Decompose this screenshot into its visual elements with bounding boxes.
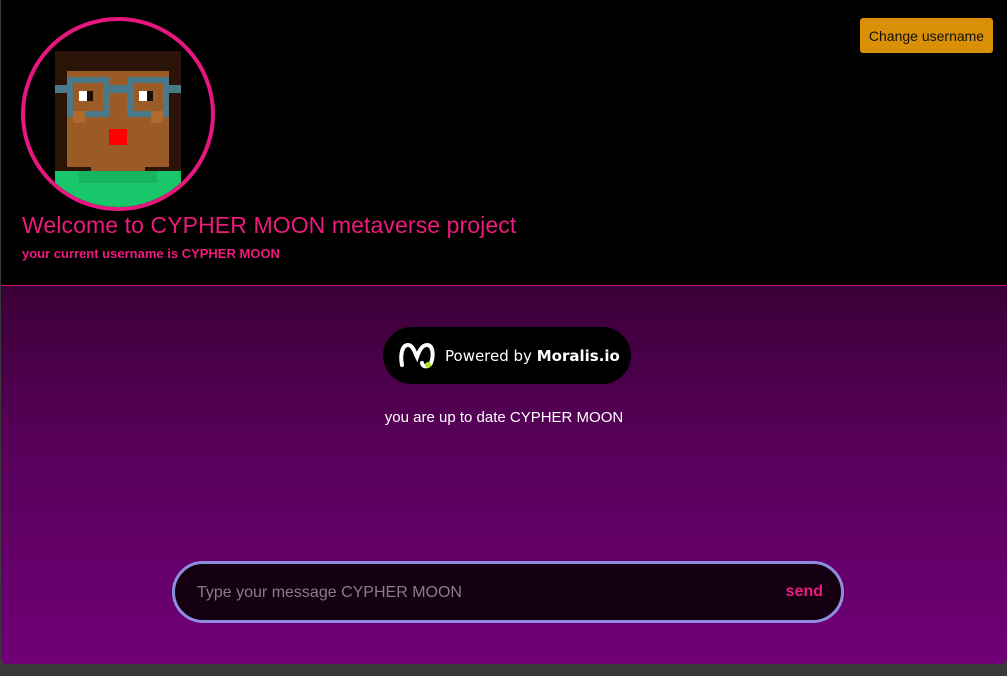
chat-panel: Powered by Moralis.io you are up to date…: [1, 286, 1007, 664]
current-username-text: your current username is CYPHER MOON: [22, 246, 280, 261]
powered-by-moralis-badge[interactable]: Powered by Moralis.io: [383, 327, 631, 384]
avatar: [21, 17, 215, 211]
change-username-button[interactable]: Change username: [860, 18, 993, 53]
message-composer: send: [172, 561, 844, 623]
pixel-avatar-icon: [55, 51, 181, 207]
powered-brand: Moralis.io: [536, 346, 620, 365]
moralis-logo-icon: [399, 342, 435, 368]
message-input[interactable]: [195, 564, 759, 622]
send-button[interactable]: send: [786, 564, 823, 620]
powered-by-text: Powered by Moralis.io: [445, 347, 620, 365]
app-window: Change username Welcome to CYPHER MOON m…: [1, 0, 1007, 664]
profile-header: Change username Welcome to CYPHER MOON m…: [1, 0, 1007, 286]
powered-prefix: Powered by: [445, 346, 532, 365]
status-message: you are up to date CYPHER MOON: [384, 409, 624, 426]
welcome-heading: Welcome to CYPHER MOON metaverse project: [22, 212, 517, 238]
